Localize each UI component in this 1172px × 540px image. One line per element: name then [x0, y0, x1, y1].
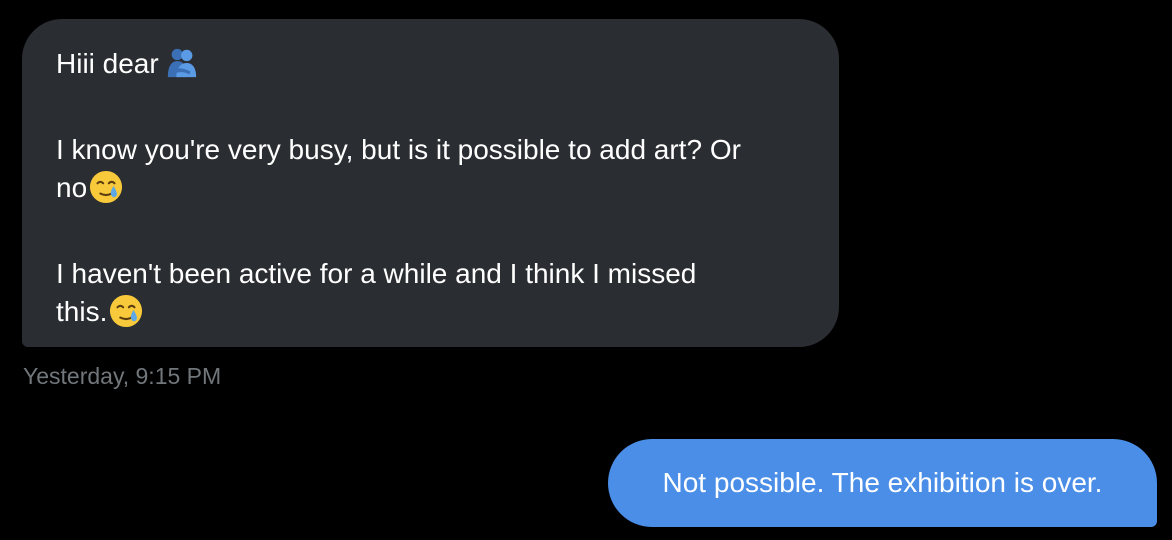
face-holding-back-tears-icon: [89, 170, 123, 214]
message-line: this.: [56, 293, 809, 338]
message-timestamp: Yesterday, 9:15 PM: [23, 363, 222, 389]
dm-conversation: Hiii dear I know you're very busy, but i…: [0, 0, 1172, 540]
message-line: no: [56, 169, 809, 214]
people-hugging-icon: [165, 46, 199, 90]
sent-message-bubble[interactable]: Not possible. The exhibition is over.: [608, 439, 1157, 527]
received-message-bubble[interactable]: Hiii dear I know you're very busy, but i…: [22, 19, 839, 347]
message-text: Hiii dear: [56, 48, 159, 79]
message-text: this.: [56, 296, 108, 327]
face-holding-back-tears-icon: [109, 294, 143, 338]
message-text: no: [56, 172, 88, 203]
message-line: I know you're very busy, but is it possi…: [56, 134, 741, 165]
message-line: I haven't been active for a while and I …: [56, 258, 697, 289]
message-line: Hiii dear: [56, 45, 809, 90]
message-text: Not possible. The exhibition is over.: [662, 467, 1103, 498]
